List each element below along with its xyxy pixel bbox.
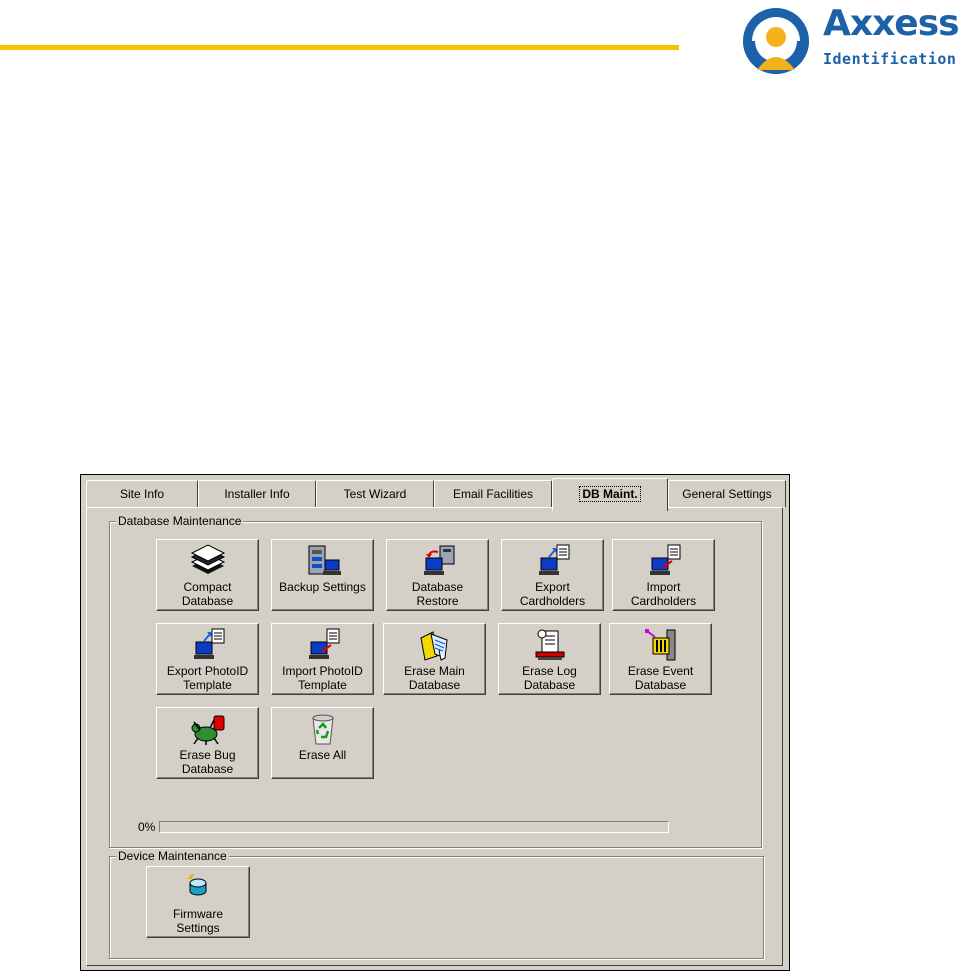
database-restore-label: Database Restore bbox=[411, 580, 464, 608]
brand-tagline: Identification bbox=[823, 50, 957, 68]
tab-strip: Site Info Installer Info Test Wizard Ema… bbox=[86, 478, 786, 511]
import-photoid-template-button[interactable]: Import PhotoID Template bbox=[271, 623, 374, 695]
restore-computer-icon bbox=[423, 545, 454, 575]
import-computer-icon bbox=[649, 544, 680, 575]
database-maintenance-title: Database Maintenance bbox=[116, 514, 244, 528]
erase-all-button[interactable]: Erase All bbox=[271, 707, 374, 779]
database-restore-button[interactable]: Database Restore bbox=[386, 539, 489, 611]
firmware-settings-label: Firmware Settings bbox=[173, 907, 223, 935]
import-cardholders-button[interactable]: Import Cardholders bbox=[612, 539, 715, 611]
compact-database-label: Compact Database bbox=[181, 580, 234, 608]
firmware-settings-button[interactable]: Firmware Settings bbox=[146, 866, 250, 938]
export-computer-icon bbox=[538, 544, 569, 575]
tab-general-settings[interactable]: General Settings bbox=[668, 480, 786, 508]
export-computer-icon bbox=[193, 628, 224, 659]
import-computer-icon bbox=[308, 628, 339, 659]
export-cardholders-button[interactable]: Export Cardholders bbox=[501, 539, 604, 611]
erase-log-database-label: Erase Log Database bbox=[522, 664, 577, 692]
erase-all-label: Erase All bbox=[298, 748, 347, 762]
export-photoid-template-button[interactable]: Export PhotoID Template bbox=[156, 623, 259, 695]
progress-bar bbox=[159, 821, 669, 833]
tab-db-maint[interactable]: DB Maint. bbox=[552, 478, 668, 511]
folder-erase-icon bbox=[419, 631, 448, 661]
device-maintenance-group: Device Maintenance Firmware Settings bbox=[109, 849, 764, 959]
server-backup-icon bbox=[308, 545, 341, 575]
database-maintenance-group: Database Maintenance Compact Database Ba… bbox=[109, 514, 762, 848]
export-photoid-template-label: Export PhotoID Template bbox=[166, 664, 249, 692]
recycle-bin-icon bbox=[311, 714, 334, 745]
event-erase-icon bbox=[644, 629, 675, 661]
erase-bug-database-button[interactable]: Erase Bug Database bbox=[156, 707, 259, 779]
db-maint-pane: Database Maintenance Compact Database Ba… bbox=[86, 507, 783, 966]
tab-site-info[interactable]: Site Info bbox=[86, 480, 198, 508]
tab-test-wizard[interactable]: Test Wizard bbox=[316, 480, 434, 508]
progress-label: 0% bbox=[138, 820, 156, 834]
brand-name: Axxess bbox=[823, 3, 959, 44]
import-photoid-template-label: Import PhotoID Template bbox=[282, 664, 363, 692]
backup-settings-label: Backup Settings bbox=[279, 580, 366, 594]
erase-main-database-label: Erase Main Database bbox=[404, 664, 465, 692]
erase-event-database-label: Erase Event Database bbox=[627, 664, 694, 692]
export-cardholders-label: Export Cardholders bbox=[519, 580, 586, 608]
bug-icon bbox=[191, 715, 224, 745]
device-maintenance-title: Device Maintenance bbox=[116, 849, 229, 863]
erase-main-database-button[interactable]: Erase Main Database bbox=[383, 623, 486, 695]
tab-email-facilities[interactable]: Email Facilities bbox=[434, 480, 552, 508]
tab-installer-info[interactable]: Installer Info bbox=[198, 480, 316, 508]
log-erase-icon bbox=[535, 629, 564, 660]
header-rule bbox=[0, 45, 679, 50]
erase-log-database-button[interactable]: Erase Log Database bbox=[498, 623, 601, 695]
stacked-papers-icon bbox=[190, 544, 225, 574]
erase-bug-database-label: Erase Bug Database bbox=[179, 748, 236, 776]
import-cardholders-label: Import Cardholders bbox=[630, 580, 697, 608]
compact-database-button[interactable]: Compact Database bbox=[156, 539, 259, 611]
settings-dialog: Site Info Installer Info Test Wizard Ema… bbox=[80, 474, 790, 971]
backup-settings-button[interactable]: Backup Settings bbox=[271, 539, 374, 611]
erase-event-database-button[interactable]: Erase Event Database bbox=[609, 623, 712, 695]
firmware-chip-icon bbox=[188, 873, 207, 896]
